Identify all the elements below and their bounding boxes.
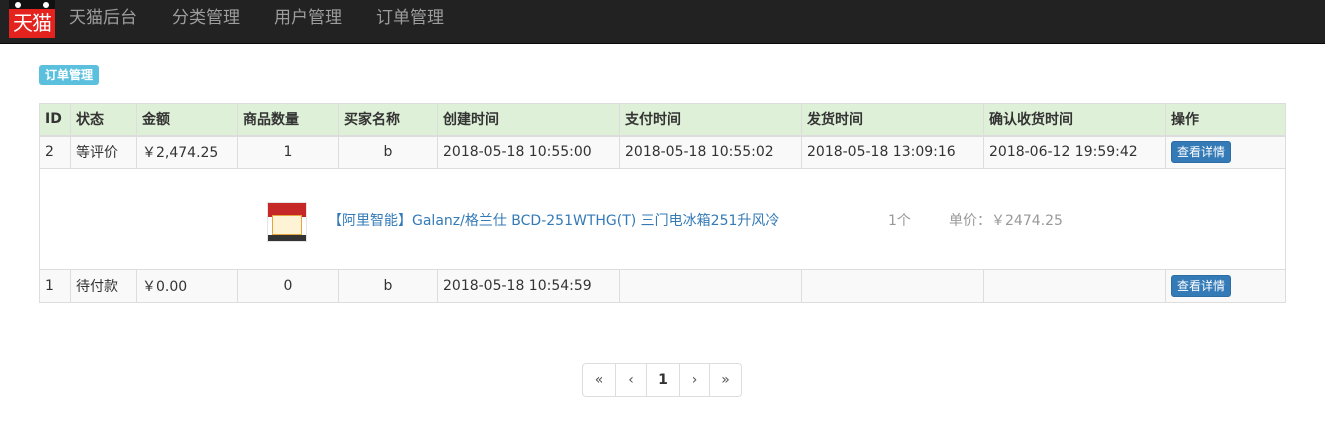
product-quantity: 1个: [888, 212, 911, 229]
cell-amount: ￥0.00: [136, 269, 238, 303]
cell-quantity: 1: [237, 135, 339, 169]
cell-amount: ￥2,474.25: [136, 135, 238, 169]
cell-shipped: 2018-05-18 13:09:16: [801, 135, 984, 169]
section-badge: 订单管理: [39, 65, 100, 85]
product-thumbnail[interactable]: [267, 201, 307, 242]
cell-shipped: [801, 269, 984, 303]
cell-id: 2: [39, 135, 71, 169]
table-row: 2 等评价 ￥2,474.25 1 b 2018-05-18 10:55:00 …: [39, 135, 1286, 169]
logo-text: 天猫: [9, 9, 55, 38]
nav-user-management[interactable]: 用户管理: [274, 0, 342, 44]
cell-paid: [619, 269, 802, 303]
header-shipped: 发货时间: [801, 103, 984, 137]
cell-created: 2018-05-18 10:55:00: [437, 135, 620, 169]
view-details-button[interactable]: 查看详情: [1171, 141, 1232, 164]
top-navbar: 天猫 天猫后台 分类管理 用户管理 订单管理: [0, 0, 1325, 44]
nav-category-management[interactable]: 分类管理: [172, 0, 240, 44]
last-page-button[interactable]: »: [709, 364, 741, 396]
table-row: 1 待付款 ￥0.00 0 b 2018-05-18 10:54:59 查看详情: [39, 269, 1286, 303]
cell-status: 等评价: [70, 135, 137, 169]
cell-paid: 2018-05-18 10:55:02: [619, 135, 802, 169]
cell-quantity: 0: [237, 269, 339, 303]
table-header-row: ID 状态 金额 商品数量 买家名称 创建时间 支付时间 发货时间 确认收货时间…: [39, 103, 1286, 137]
pagination: « ‹ 1 › »: [582, 363, 742, 397]
header-id: ID: [39, 103, 71, 137]
header-quantity: 商品数量: [237, 103, 339, 137]
cell-action: 查看详情: [1165, 135, 1286, 169]
product-name-link[interactable]: 【阿里智能】Galanz/格兰仕 BCD-251WTHG(T) 三门电冰箱251…: [328, 210, 779, 230]
tmall-logo[interactable]: 天猫: [9, 0, 55, 38]
header-created: 创建时间: [437, 103, 620, 137]
cell-created: 2018-05-18 10:54:59: [437, 269, 620, 303]
orders-table: ID 状态 金额 商品数量 买家名称 创建时间 支付时间 发货时间 确认收货时间…: [39, 103, 1286, 303]
header-paid: 支付时间: [619, 103, 802, 137]
next-page-button[interactable]: ›: [679, 364, 709, 396]
cell-buyer: b: [338, 269, 438, 303]
cell-id: 1: [39, 269, 71, 303]
cell-action: 查看详情: [1165, 269, 1286, 303]
header-action: 操作: [1165, 103, 1286, 137]
nav-brand[interactable]: 天猫后台: [69, 0, 137, 44]
header-confirmed: 确认收货时间: [983, 103, 1166, 137]
nav-order-management[interactable]: 订单管理: [376, 0, 444, 44]
cell-confirmed: 2018-06-12 19:59:42: [983, 135, 1166, 169]
header-amount: 金额: [136, 103, 238, 137]
cell-confirmed: [983, 269, 1166, 303]
order-detail-cell: 【阿里智能】Galanz/格兰仕 BCD-251WTHG(T) 三门电冰箱251…: [39, 168, 1286, 270]
product-unit-price: 单价：￥2474.25: [949, 212, 1063, 229]
view-details-button[interactable]: 查看详情: [1171, 275, 1232, 297]
cell-status: 待付款: [70, 269, 137, 303]
order-detail-row: 【阿里智能】Galanz/格兰仕 BCD-251WTHG(T) 三门电冰箱251…: [39, 168, 1286, 270]
first-page-button[interactable]: «: [583, 364, 615, 396]
prev-page-button[interactable]: ‹: [615, 364, 646, 396]
cell-buyer: b: [338, 135, 438, 169]
current-page-button[interactable]: 1: [646, 364, 679, 396]
header-buyer: 买家名称: [338, 103, 438, 137]
header-status: 状态: [70, 103, 137, 137]
